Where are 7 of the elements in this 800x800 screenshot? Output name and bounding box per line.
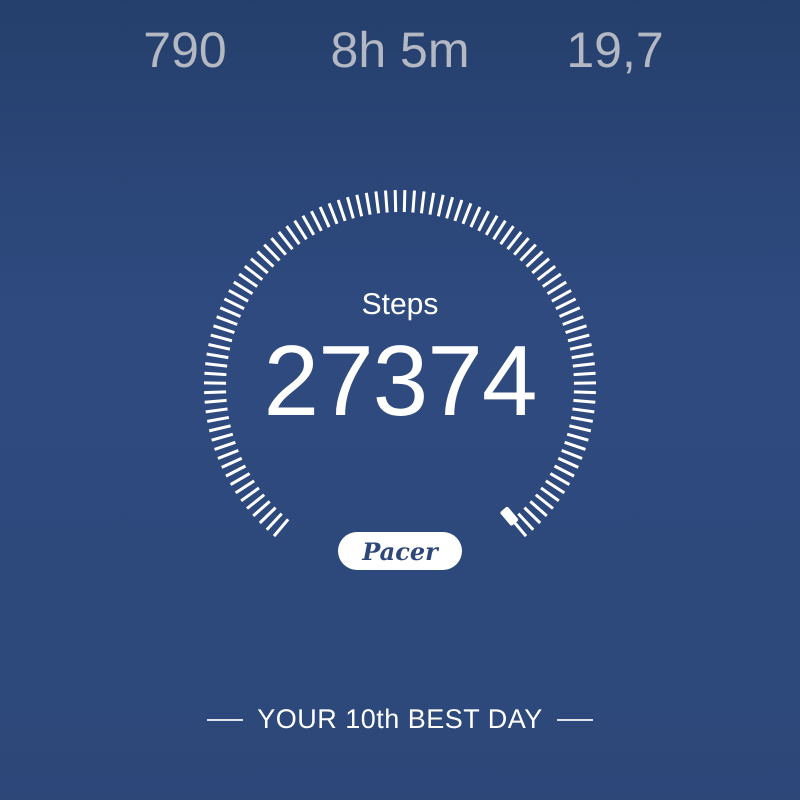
stat-value: 790 [142, 22, 228, 78]
step-count: 27374 [263, 326, 537, 436]
stat-value: 19,7 [565, 22, 665, 78]
brand-logo: Pacer [338, 532, 462, 570]
steps-label: Steps [362, 288, 438, 322]
stat-value: 8h 5m [330, 22, 470, 78]
best-day-caption: YOUR 10th BEST DAY [257, 704, 543, 735]
